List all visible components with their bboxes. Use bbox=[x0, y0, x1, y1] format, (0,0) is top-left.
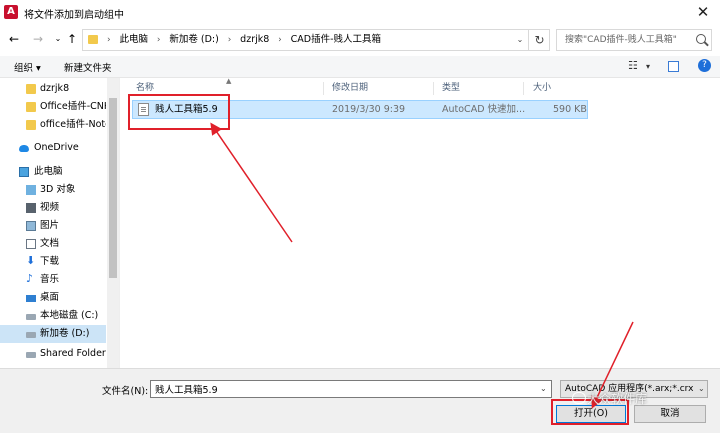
preview-pane-icon[interactable] bbox=[668, 61, 679, 72]
sidebar-item-3d-objects[interactable]: 3D 对象 bbox=[0, 181, 106, 199]
organize-button[interactable]: 组织 ▾ bbox=[14, 60, 41, 74]
sidebar-item-label: 此电脑 bbox=[34, 166, 63, 177]
chevron-down-icon[interactable]: ⌄ bbox=[513, 30, 527, 50]
folder-icon bbox=[26, 84, 36, 94]
videos-icon bbox=[26, 203, 36, 213]
annotation-box-file bbox=[128, 94, 230, 130]
breadcrumb-item[interactable]: CAD插件-贱人工具箱 bbox=[291, 30, 381, 50]
sidebar-item-drive-d[interactable]: 新加卷 (D:) bbox=[0, 325, 106, 343]
sidebar-scrollbar[interactable] bbox=[107, 78, 119, 368]
sidebar-item-label: 3D 对象 bbox=[40, 184, 76, 195]
folder-icon bbox=[88, 35, 98, 44]
desktop-icon bbox=[26, 295, 36, 302]
sidebar-item-music[interactable]: ♪ 音乐 bbox=[0, 271, 106, 289]
chevron-down-icon[interactable]: ▾ bbox=[646, 62, 650, 71]
filename-input[interactable] bbox=[150, 380, 552, 398]
sidebar-item-label: 文档 bbox=[40, 238, 60, 249]
refresh-icon[interactable]: ↻ bbox=[528, 29, 550, 51]
scrollbar-thumb[interactable] bbox=[109, 98, 117, 278]
column-divider[interactable] bbox=[523, 82, 524, 95]
pictures-icon bbox=[26, 221, 36, 231]
drive-icon bbox=[26, 332, 36, 338]
column-divider[interactable] bbox=[323, 82, 324, 95]
sidebar-item-label: 视频 bbox=[40, 202, 60, 213]
sidebar-item-videos[interactable]: 视频 bbox=[0, 199, 106, 217]
folder-icon bbox=[26, 102, 36, 112]
watermark-text: 大众软件库 bbox=[587, 392, 648, 406]
sidebar-item-label: 本地磁盘 (C:) bbox=[40, 310, 99, 321]
sidebar-item-label: 图片 bbox=[40, 220, 60, 231]
window-title: 将文件添加到启动组中 bbox=[24, 10, 124, 21]
filename-label: 文件名(N): bbox=[102, 386, 149, 397]
chevron-down-icon[interactable]: ⌄ bbox=[540, 384, 547, 393]
search-icon bbox=[696, 34, 706, 44]
documents-icon bbox=[26, 239, 36, 249]
file-type: AutoCAD 快速加... bbox=[442, 104, 526, 115]
column-header-size[interactable]: 大小 bbox=[533, 80, 551, 96]
sidebar-item-label: Shared Folders bbox=[40, 348, 106, 359]
sidebar-item-desktop[interactable]: 桌面 bbox=[0, 289, 106, 307]
breadcrumb-item[interactable]: dzrjk8 bbox=[240, 30, 269, 50]
sidebar-item-label: Office插件-CNK bbox=[40, 101, 106, 112]
title-bar: A 将文件添加到启动组中 ✕ bbox=[0, 0, 720, 26]
sidebar-item-dzrjk8[interactable]: dzrjk8 bbox=[0, 80, 106, 98]
sidebar-item-label: 下载 bbox=[40, 256, 60, 267]
chevron-down-icon[interactable]: ⌄ bbox=[698, 384, 705, 393]
sidebar-item-onedrive[interactable]: OneDrive bbox=[0, 139, 106, 157]
3d-objects-icon bbox=[26, 185, 36, 195]
sidebar-item-label: 桌面 bbox=[40, 292, 60, 303]
search-input[interactable]: 搜索"CAD插件-贱人工具箱" bbox=[556, 29, 712, 51]
breadcrumb-item[interactable]: 此电脑 bbox=[119, 30, 148, 50]
back-arrow-icon[interactable]: ← bbox=[6, 31, 22, 47]
command-bar: 组织 ▾ 新建文件夹 ☷ ▾ ? bbox=[0, 56, 720, 78]
file-modified: 2019/3/30 9:39 bbox=[332, 104, 406, 115]
sidebar-item-pictures[interactable]: 图片 bbox=[0, 217, 106, 235]
chevron-right-icon: › bbox=[278, 35, 282, 45]
help-icon[interactable]: ? bbox=[698, 59, 711, 72]
up-arrow-icon[interactable]: ↑ bbox=[64, 31, 80, 47]
breadcrumb: › 此电脑 › 新加卷 (D:) › dzrjk8 › CAD插件-贱人工具箱 bbox=[103, 30, 381, 50]
chevron-right-icon: › bbox=[156, 35, 161, 45]
sidebar-item-drive-c[interactable]: 本地磁盘 (C:) bbox=[0, 307, 106, 325]
breadcrumb-item[interactable]: 新加卷 (D:) bbox=[169, 30, 218, 50]
search-placeholder: 搜索"CAD插件-贱人工具箱" bbox=[565, 35, 677, 45]
new-folder-button[interactable]: 新建文件夹 bbox=[64, 60, 112, 74]
folder-icon bbox=[26, 120, 36, 130]
address-bar[interactable]: › 此电脑 › 新加卷 (D:) › dzrjk8 › CAD插件-贱人工具箱 … bbox=[82, 29, 550, 51]
sidebar-item-label: 新加卷 (D:) bbox=[40, 328, 90, 339]
sidebar-item-downloads[interactable]: ⬇ 下载 bbox=[0, 253, 106, 271]
close-icon[interactable]: ✕ bbox=[692, 2, 714, 22]
sidebar-item-office-cnk[interactable]: Office插件-CNK bbox=[0, 98, 106, 116]
chevron-right-icon: › bbox=[227, 35, 232, 45]
sidebar-item-office-note[interactable]: office插件-Note bbox=[0, 116, 106, 134]
shared-folders-icon bbox=[26, 352, 36, 358]
column-header-type[interactable]: 类型 bbox=[442, 80, 460, 96]
forward-arrow-icon[interactable]: → bbox=[30, 31, 46, 47]
sidebar-item-label: office插件-Note bbox=[40, 119, 106, 130]
sidebar-item-label: 音乐 bbox=[40, 274, 60, 285]
column-divider[interactable] bbox=[433, 82, 434, 95]
cancel-button[interactable]: 取消 bbox=[634, 405, 706, 423]
onedrive-cloud-icon bbox=[19, 145, 29, 152]
sort-up-icon: ▲ bbox=[226, 77, 232, 85]
column-header-modified[interactable]: 修改日期 bbox=[332, 80, 368, 96]
sidebar-item-shared-folders[interactable]: Shared Folders bbox=[0, 345, 106, 363]
address-row: ← → ⌄ ↑ › 此电脑 › 新加卷 (D:) › dzrjk8 › CAD插… bbox=[0, 26, 720, 54]
autocad-icon: A bbox=[4, 5, 18, 19]
sidebar-item-this-pc[interactable]: 此电脑 bbox=[0, 163, 106, 181]
sidebar-item-label: OneDrive bbox=[34, 142, 79, 153]
sidebar-item-label: dzrjk8 bbox=[40, 83, 70, 94]
file-size: 590 KB bbox=[553, 104, 587, 115]
wechat-icon bbox=[572, 392, 586, 404]
chevron-right-icon: › bbox=[107, 35, 111, 45]
music-icon: ♪ bbox=[26, 272, 34, 285]
navigation-pane: dzrjk8 Office插件-CNK office插件-Note OneDri… bbox=[0, 78, 120, 368]
downloads-icon: ⬇ bbox=[26, 254, 36, 267]
sidebar-item-documents[interactable]: 文档 bbox=[0, 235, 106, 253]
this-pc-icon bbox=[19, 167, 29, 177]
view-options-icon[interactable]: ☷ bbox=[628, 59, 638, 72]
drive-icon bbox=[26, 314, 36, 320]
